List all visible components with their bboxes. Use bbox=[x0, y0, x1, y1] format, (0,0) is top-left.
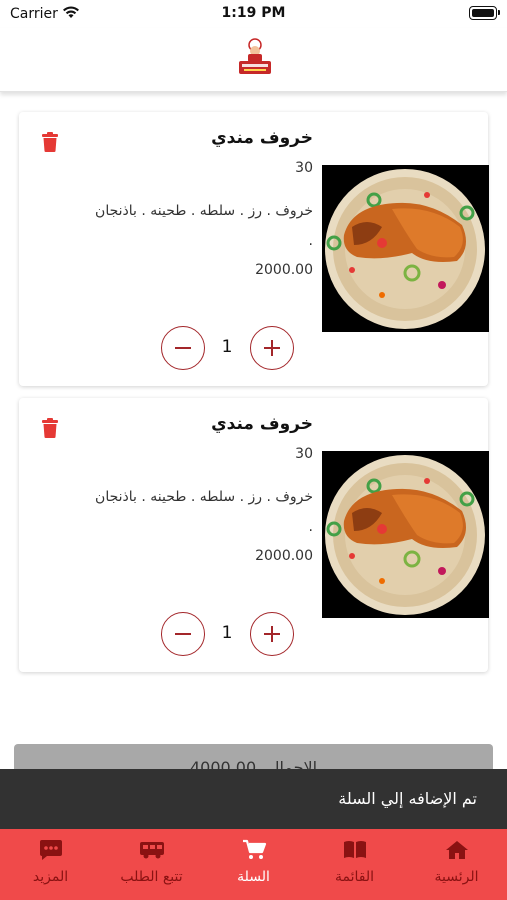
tab-home[interactable]: الرئسية bbox=[406, 829, 507, 900]
tab-more[interactable]: المزيد bbox=[0, 829, 101, 900]
cart-item-card: خروف مندي 30 خروف . رز . سلطه . طحينه . … bbox=[19, 398, 489, 672]
item-size: 30 bbox=[295, 160, 313, 176]
restaurant-logo-icon bbox=[239, 38, 271, 74]
snackbar: تم الإضافه إلي السلة bbox=[0, 769, 507, 829]
plus-icon bbox=[264, 626, 280, 642]
tab-track-order[interactable]: تتبع الطلب bbox=[101, 829, 202, 900]
tab-label: الرئسية bbox=[434, 869, 479, 885]
item-image bbox=[322, 451, 489, 618]
increase-quantity-button[interactable] bbox=[250, 612, 294, 656]
quantity-value: 1 bbox=[221, 337, 233, 357]
item-title: خروف مندي bbox=[211, 128, 313, 148]
minus-icon bbox=[175, 347, 191, 349]
bottom-tab-bar: المزيد تتبع الطلب السلة القائمة الرئسية bbox=[0, 829, 507, 900]
tab-label: السلة bbox=[237, 869, 270, 885]
increase-quantity-button[interactable] bbox=[250, 326, 294, 370]
item-price: 2000.00 bbox=[255, 262, 313, 278]
item-image bbox=[322, 165, 489, 332]
cart-item-card: خروف مندي 30 خروف . رز . سلطه . طحينه . … bbox=[19, 112, 489, 386]
battery-icon bbox=[469, 6, 500, 20]
quantity-value: 1 bbox=[221, 623, 233, 643]
truck-icon bbox=[140, 842, 164, 859]
cart-icon bbox=[243, 839, 267, 859]
tab-menu[interactable]: القائمة bbox=[304, 829, 405, 900]
more-icon bbox=[40, 840, 62, 860]
book-icon bbox=[344, 841, 366, 858]
snackbar-message: تم الإضافه إلي السلة bbox=[338, 789, 477, 808]
clock: 1:19 PM bbox=[221, 5, 286, 21]
tab-label: القائمة bbox=[335, 869, 374, 885]
item-price: 2000.00 bbox=[255, 548, 313, 564]
item-description: خروف . رز . سلطه . طحينه . باذنجان . bbox=[95, 489, 313, 535]
decrease-quantity-button[interactable] bbox=[161, 326, 205, 370]
item-description: خروف . رز . سلطه . طحينه . باذنجان . bbox=[95, 203, 313, 249]
home-icon bbox=[446, 841, 468, 859]
tab-label: تتبع الطلب bbox=[120, 869, 183, 885]
tab-cart[interactable]: السلة bbox=[203, 829, 304, 900]
nav-header bbox=[0, 28, 507, 92]
item-title: خروف مندي bbox=[211, 414, 313, 434]
plus-icon bbox=[264, 340, 280, 356]
minus-icon bbox=[175, 633, 191, 635]
decrease-quantity-button[interactable] bbox=[161, 612, 205, 656]
trash-icon[interactable] bbox=[41, 418, 59, 438]
tab-label: المزيد bbox=[32, 869, 69, 885]
item-size: 30 bbox=[295, 446, 313, 462]
status-bar: Carrier 1:19 PM bbox=[0, 0, 507, 28]
trash-icon[interactable] bbox=[41, 132, 59, 152]
